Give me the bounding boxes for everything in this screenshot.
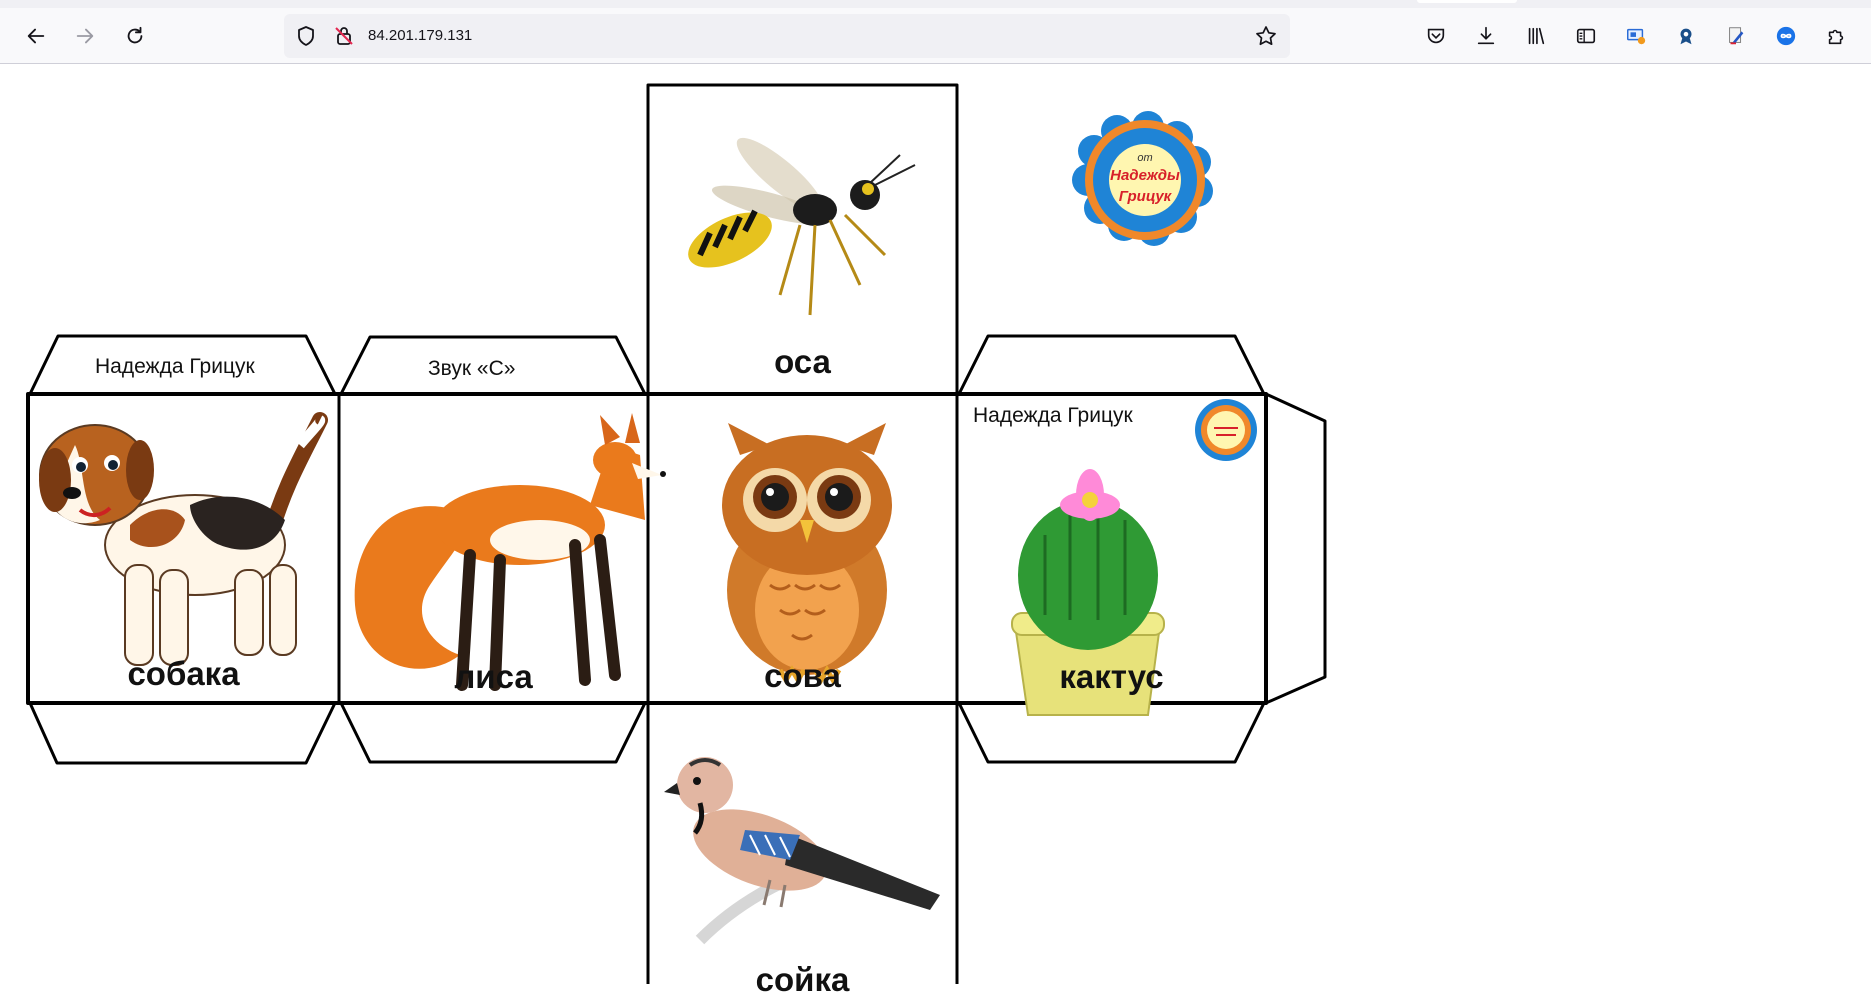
- extension-badge-icon[interactable]: [1668, 18, 1704, 54]
- url-bar[interactable]: 84.201.179.131: [284, 14, 1290, 58]
- back-arrow-icon[interactable]: [18, 18, 54, 54]
- extension-pen-icon[interactable]: [1718, 18, 1754, 54]
- extension-infinity-icon[interactable]: [1768, 18, 1804, 54]
- reload-icon[interactable]: [117, 18, 153, 54]
- extension-icon[interactable]: [1618, 18, 1654, 54]
- word-label-wasp: оса: [774, 343, 831, 380]
- word-label-cactus: кактус: [1059, 658, 1164, 695]
- pocket-icon[interactable]: [1418, 18, 1454, 54]
- bookmark-star-icon[interactable]: [1254, 24, 1278, 48]
- sidebar-icon[interactable]: [1568, 18, 1604, 54]
- insecure-lock-icon[interactable]: [332, 24, 356, 48]
- glue-tab: [28, 702, 337, 765]
- shield-icon[interactable]: [294, 24, 318, 48]
- forward-arrow-icon[interactable]: [67, 18, 103, 54]
- tab-strip: [0, 0, 1871, 8]
- fox-picture: [354, 413, 666, 691]
- glue-tab-sound-label: Звук «С»: [428, 357, 516, 380]
- logo-name-line1: Надежды: [1110, 167, 1180, 184]
- cube-net: от Надежды Грицук: [26, 83, 1327, 984]
- glue-tab-side: [1265, 392, 1327, 705]
- glue-tab: [957, 334, 1266, 395]
- browser-toolbar: 84.201.179.131: [0, 8, 1871, 64]
- small-logo-badge: [1195, 399, 1257, 461]
- glue-tab: [339, 702, 647, 764]
- word-label-jay: сойка: [755, 961, 850, 998]
- page-content: от Надежды Грицук Надежда Грицук Звук «С…: [0, 65, 1871, 998]
- wasp-picture: [688, 137, 916, 316]
- library-icon[interactable]: [1518, 18, 1554, 54]
- jay-picture: [664, 757, 940, 945]
- glue-tab-author-label: Надежда Грицук: [95, 355, 255, 378]
- word-label-dog: собака: [127, 655, 240, 692]
- word-label-owl: сова: [764, 657, 841, 694]
- download-icon[interactable]: [1468, 18, 1504, 54]
- logo-name-line2: Грицук: [1119, 188, 1173, 205]
- cactus-face-author-label: Надежда Грицук: [973, 404, 1133, 427]
- url-text[interactable]: 84.201.179.131: [368, 27, 472, 44]
- extensions-puzzle-icon[interactable]: [1818, 18, 1854, 54]
- dog-picture: [39, 412, 328, 666]
- word-label-fox: лиса: [454, 658, 533, 695]
- logo-small-text: от: [1137, 152, 1152, 164]
- active-tab-edge[interactable]: [1417, 0, 1517, 3]
- owl-picture: [722, 423, 892, 685]
